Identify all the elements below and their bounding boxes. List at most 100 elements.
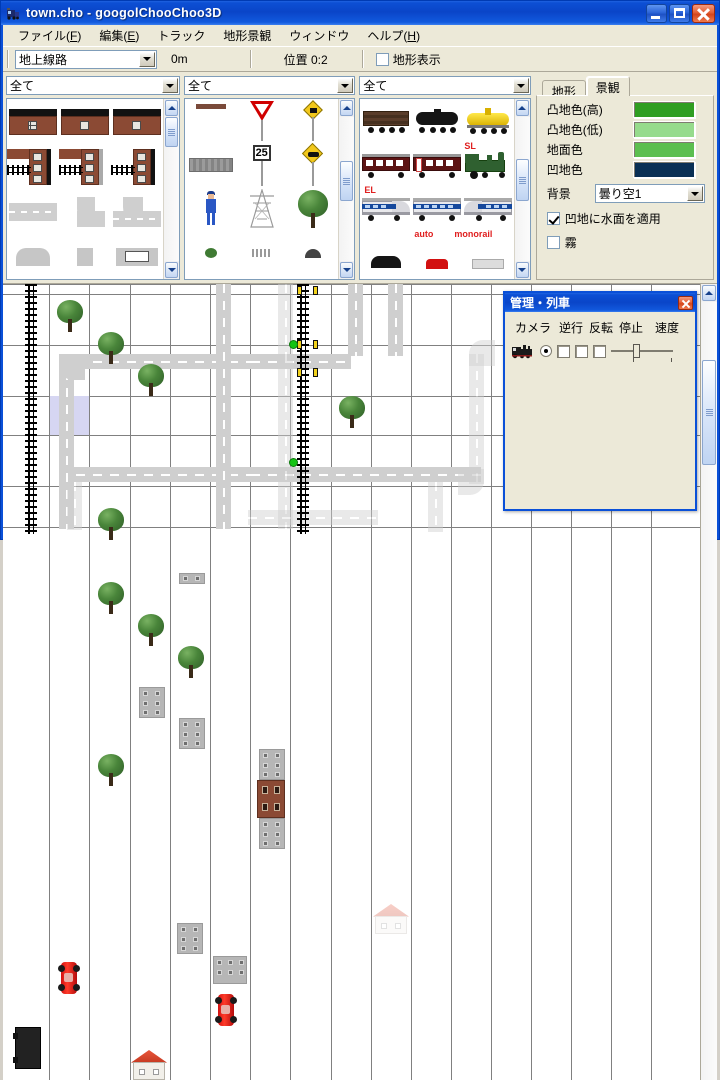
track-type-combo[interactable]: 地上線路 <box>15 49 157 69</box>
speed-slider[interactable] <box>611 344 673 362</box>
scroll-thumb[interactable] <box>165 117 178 147</box>
reverse-checkbox[interactable] <box>557 344 570 358</box>
scroll-thumb[interactable] <box>702 360 716 465</box>
scroll-thumb[interactable] <box>340 161 354 201</box>
buildings-filter-value: 全て <box>10 79 35 93</box>
scroll-up-button[interactable] <box>340 100 354 116</box>
palette-item-fence-house-2[interactable] <box>59 144 111 189</box>
fog-option-checkbox[interactable]: 霧 <box>546 234 705 251</box>
palette-item-road-curve[interactable] <box>59 189 111 234</box>
palette-item-bush[interactable] <box>185 231 236 275</box>
camera-radio[interactable] <box>540 345 552 357</box>
trains-filter-combo[interactable]: 全て <box>359 76 531 95</box>
chevron-down-icon[interactable] <box>162 78 178 93</box>
menu-window[interactable]: ウィンドウ <box>280 25 358 46</box>
minimize-button[interactable] <box>646 3 667 23</box>
scenery-palette: 全て 25 <box>184 76 356 280</box>
scenery-palette-body[interactable]: 25 <box>184 98 356 280</box>
scenery-filter-combo[interactable]: 全て <box>184 76 356 95</box>
palette-item-fence-low[interactable] <box>236 231 287 275</box>
tree-sprite <box>339 396 365 428</box>
palette-item-coach-red[interactable] <box>360 143 411 187</box>
tab-landscape[interactable]: 景観 <box>585 76 630 96</box>
background-combo[interactable]: 曇り空1 <box>594 184 706 203</box>
water-option-checkbox[interactable]: 凹地に水面を適用 <box>546 210 705 227</box>
palette-item-fence-house-3[interactable] <box>111 144 163 189</box>
trains-scrollbar[interactable] <box>513 99 530 279</box>
color-swatch-depression[interactable] <box>632 161 695 178</box>
palette-item-road-straight[interactable] <box>7 189 59 234</box>
scroll-down-button[interactable] <box>515 262 529 278</box>
palette-item-shinkansen-coach[interactable] <box>412 187 463 231</box>
scroll-up-button[interactable] <box>702 285 716 301</box>
tree-sprite <box>138 364 164 396</box>
scroll-down-button[interactable] <box>165 262 178 278</box>
menu-help-text: ヘルプ( <box>367 28 408 43</box>
checkbox-box[interactable] <box>546 212 560 225</box>
scroll-up-button[interactable] <box>165 100 178 116</box>
scenery-scrollbar[interactable] <box>338 99 355 279</box>
palette-item-yield-sign[interactable] <box>236 99 287 143</box>
palette-item-hopper-wagon[interactable] <box>360 99 411 143</box>
palette-item-brick-house-1[interactable] <box>7 99 59 144</box>
chevron-down-icon[interactable] <box>512 78 529 93</box>
palette-item-tank-wagon-black[interactable] <box>412 99 463 143</box>
menu-help-accel: H <box>407 28 417 43</box>
scroll-track[interactable] <box>339 117 355 261</box>
palette-item-rock[interactable] <box>287 231 338 275</box>
building-gray <box>259 749 285 780</box>
palette-item-shinkansen-tail[interactable] <box>463 187 514 231</box>
palette-item-billboard[interactable] <box>185 99 236 143</box>
scroll-up-button[interactable] <box>515 100 529 116</box>
palette-item-speed-limit-sign[interactable]: 25 <box>236 143 287 187</box>
chevron-down-icon[interactable] <box>139 51 155 67</box>
buildings-scrollbar[interactable] <box>163 99 179 279</box>
menu-edit[interactable]: 編集(E) <box>90 25 148 46</box>
palette-item-fence-house-1[interactable] <box>7 144 59 189</box>
menu-help[interactable]: ヘルプ(H) <box>358 25 429 46</box>
scroll-track[interactable] <box>164 117 179 261</box>
palette-row: 全て 全て 25 全て SL EL auto monorail 地形 景観 凸地… <box>3 72 717 283</box>
color-swatch-low[interactable] <box>632 121 695 138</box>
dialog-title: 管理・列車 <box>510 296 571 310</box>
scroll-down-button[interactable] <box>340 262 354 278</box>
menu-track[interactable]: トラック <box>148 25 214 46</box>
color-swatch-ground[interactable] <box>632 141 695 158</box>
palette-item-wall-fence[interactable] <box>185 143 236 187</box>
train-manager-dialog[interactable]: 管理・列車 カメラ 逆行 反転 停止 速度 <box>503 291 697 511</box>
trains-palette-body[interactable]: SL EL auto monorail <box>359 98 531 280</box>
checkbox-box[interactable] <box>546 236 560 249</box>
menu-terrain[interactable]: 地形景観 <box>214 25 280 46</box>
palette-item-power-pylon[interactable] <box>236 187 287 231</box>
menu-file[interactable]: ファイル(F) <box>9 25 90 46</box>
scroll-track[interactable] <box>701 302 717 1080</box>
palette-item-coal-tender[interactable] <box>360 231 411 275</box>
palette-item-tree-large[interactable] <box>287 187 338 231</box>
close-icon[interactable] <box>678 295 693 310</box>
terrain-display-checkbox[interactable]: 地形表示 <box>375 51 441 68</box>
palette-item-tank-wagon-yellow[interactable] <box>463 99 514 143</box>
maximize-button[interactable] <box>669 3 690 23</box>
palette-item-brick-house-2[interactable] <box>59 99 111 144</box>
palette-item-coach-red-door[interactable] <box>412 143 463 187</box>
close-button[interactable] <box>692 3 715 23</box>
palette-item-road-ramp[interactable] <box>59 234 111 279</box>
palette-item-brick-house-3[interactable] <box>111 99 163 144</box>
map-scrollbar[interactable] <box>700 284 717 1080</box>
scroll-thumb[interactable] <box>515 159 529 201</box>
palette-item-diamond-arrow-sign[interactable] <box>287 99 338 143</box>
palette-item-crossing-car-sign[interactable] <box>287 142 338 187</box>
checkbox-box[interactable] <box>375 52 389 66</box>
palette-item-person-figure[interactable] <box>185 187 236 231</box>
palette-item-road-tunnel[interactable] <box>111 234 163 279</box>
buildings-palette-body[interactable] <box>6 98 180 280</box>
chevron-down-icon[interactable] <box>337 78 354 93</box>
palette-item-road-curve-wide[interactable] <box>111 189 163 234</box>
scroll-track[interactable] <box>514 117 530 261</box>
chevron-down-icon[interactable] <box>687 186 704 201</box>
flip-checkbox[interactable] <box>575 344 588 358</box>
color-swatch-high[interactable] <box>632 101 695 118</box>
buildings-filter-combo[interactable]: 全て <box>6 76 180 95</box>
stop-checkbox[interactable] <box>593 344 606 358</box>
palette-item-road-bridge[interactable] <box>7 234 59 279</box>
